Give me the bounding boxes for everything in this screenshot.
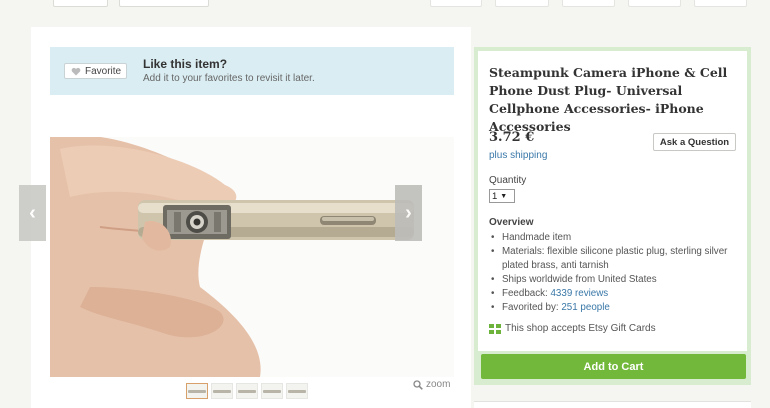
thumbnail-image — [188, 389, 206, 393]
list-item: Feedback: 4339 reviews — [489, 287, 739, 301]
list-item: Handmade item — [489, 231, 739, 245]
overview-text: Materials: flexible silicone plastic plu… — [502, 246, 728, 271]
overview-text: Handmade item — [502, 232, 572, 243]
top-tab-5[interactable] — [694, 0, 747, 7]
overview-list: Handmade item Materials: flexible silico… — [489, 231, 739, 315]
favorite-button[interactable]: Favorite — [64, 63, 127, 79]
top-tab-2[interactable] — [495, 0, 549, 7]
top-tab-1[interactable] — [430, 0, 482, 7]
previous-image-button[interactable]: ‹ — [19, 185, 46, 241]
listing-title: Steampunk Camera iPhone & Cell Phone Dus… — [489, 65, 728, 134]
thumbnail-image — [213, 389, 231, 393]
feedback-link[interactable]: 4339 reviews — [550, 288, 608, 299]
favorited-link[interactable]: 251 people — [561, 302, 610, 313]
top-button-2[interactable] — [119, 0, 209, 7]
overview-heading: Overview — [489, 217, 534, 228]
overview-text: Feedback: — [502, 288, 551, 299]
top-bar — [0, 0, 770, 26]
add-to-cart-button[interactable]: Add to Cart — [481, 354, 746, 379]
product-photo[interactable] — [50, 137, 454, 377]
thumbnail[interactable] — [236, 383, 258, 399]
list-item: Ships worldwide from United States — [489, 273, 739, 287]
quantity-select[interactable]: 1 ▼ — [489, 189, 515, 203]
product-photo-image — [50, 137, 454, 377]
gift-card-icon — [489, 323, 501, 334]
quantity-value: 1 — [492, 190, 498, 202]
next-image-button[interactable]: › — [395, 185, 422, 241]
thumbnail-image — [288, 389, 306, 393]
list-item: Favorited by: 251 people — [489, 301, 739, 315]
heart-icon — [71, 67, 81, 75]
thumbnail-strip — [186, 383, 308, 399]
zoom-label: zoom — [426, 379, 451, 390]
gift-card-text: This shop accepts Etsy Gift Cards — [505, 323, 656, 334]
listing-price: 3.72 € — [489, 130, 535, 145]
ask-question-button[interactable]: Ask a Question — [653, 133, 736, 151]
chevron-right-icon: › — [405, 201, 412, 224]
overview-text: Favorited by: — [502, 302, 562, 313]
gift-card-notice: This shop accepts Etsy Gift Cards — [489, 323, 656, 334]
shipping-link[interactable]: plus shipping — [489, 150, 547, 161]
listing-details: Steampunk Camera iPhone & Cell Phone Dus… — [478, 51, 747, 351]
top-tab-3[interactable] — [562, 0, 615, 7]
dropdown-arrow-icon: ▼ — [500, 192, 508, 200]
thumbnail-image — [263, 389, 281, 393]
thumbnail[interactable] — [186, 383, 208, 399]
thumbnail-image — [238, 389, 256, 393]
top-button-1[interactable] — [53, 0, 108, 7]
favorite-title: Like this item? — [143, 57, 228, 71]
thumbnail[interactable] — [211, 383, 233, 399]
chevron-left-icon: ‹ — [29, 201, 36, 224]
favorite-subtitle: Add it to your favorites to revisit it l… — [143, 73, 315, 84]
zoom-button[interactable]: zoom — [413, 379, 450, 390]
list-item: Materials: flexible silicone plastic plu… — [489, 245, 739, 273]
buy-box: Steampunk Camera iPhone & Cell Phone Dus… — [474, 47, 751, 385]
thumbnail[interactable] — [261, 383, 283, 399]
favorite-button-label: Favorite — [85, 65, 122, 77]
next-panel — [474, 401, 751, 408]
favorite-banner: Favorite Like this item? Add it to your … — [50, 47, 454, 95]
top-tab-4[interactable] — [628, 0, 681, 7]
overview-text: Ships worldwide from United States — [502, 274, 657, 285]
magnifier-icon — [413, 379, 423, 390]
thumbnail[interactable] — [286, 383, 308, 399]
quantity-label: Quantity — [489, 175, 527, 186]
